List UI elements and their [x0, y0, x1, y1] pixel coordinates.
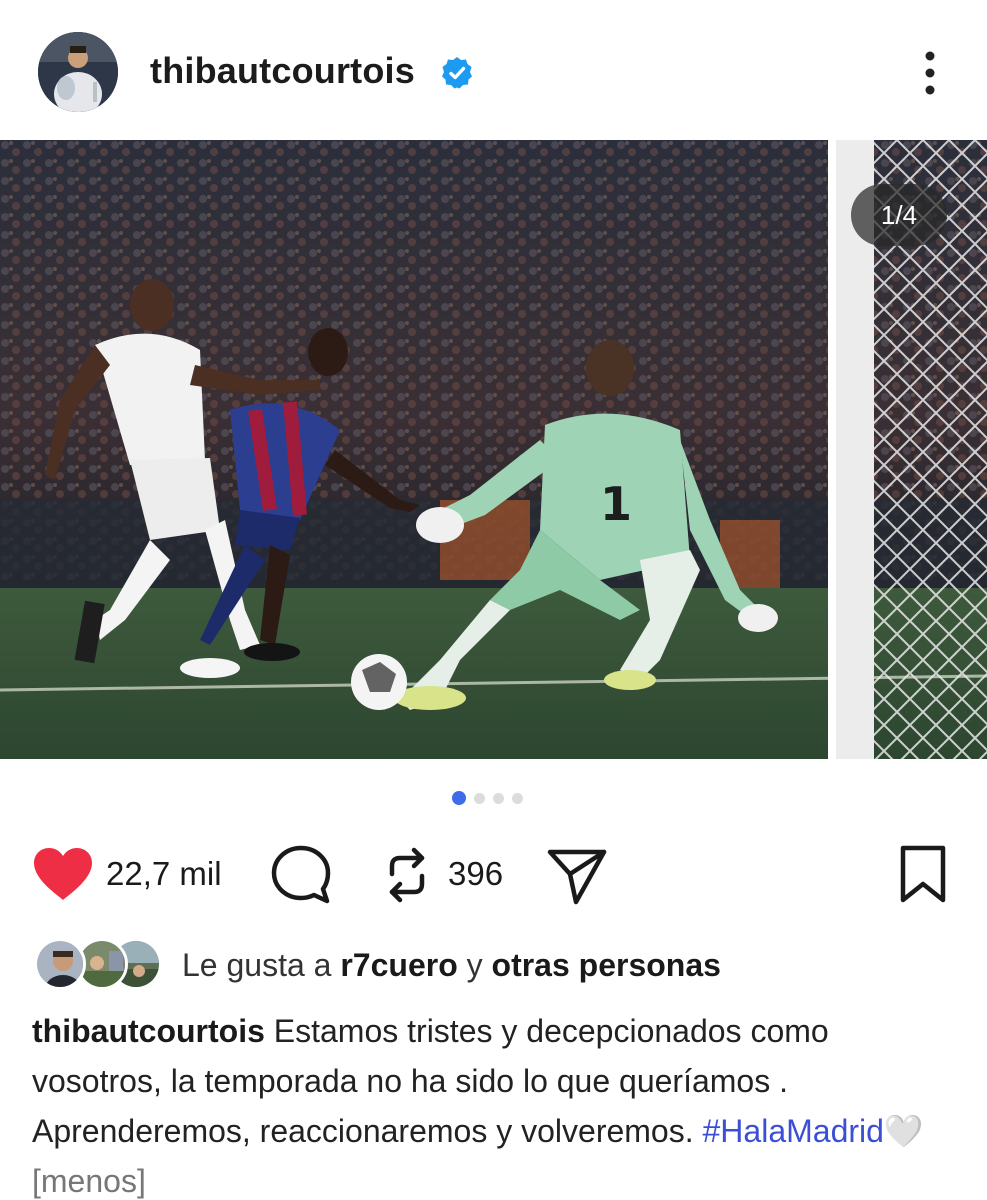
more-vertical-icon[interactable] [910, 50, 950, 96]
repost-icon[interactable] [380, 844, 434, 906]
liked-by-others[interactable]: otras personas [492, 947, 721, 983]
carousel-dot-3[interactable] [493, 792, 504, 804]
liker-avatar-1 [34, 938, 86, 990]
verified-badge-icon [442, 57, 472, 89]
post-caption: thibautcourtois Estamos tristes y decepc… [32, 1006, 942, 1200]
caption-hashtag[interactable]: #HalaMadrid [703, 1113, 884, 1149]
football-match-photo: 1 [0, 140, 987, 759]
carousel-indicator [452, 791, 523, 805]
carousel-dot-2[interactable] [474, 792, 485, 804]
svg-text:1: 1 [600, 477, 632, 531]
repost-count[interactable]: 396 [448, 855, 503, 893]
carousel-dot-4[interactable] [512, 792, 523, 804]
carousel-dot-1[interactable] [452, 791, 466, 805]
post-header: thibautcourtois [0, 0, 987, 140]
like-count[interactable]: 22,7 mil [106, 855, 222, 893]
liked-by-user[interactable]: r7cuero [340, 947, 457, 983]
avatar[interactable] [38, 32, 118, 112]
heart-icon[interactable] [32, 846, 94, 902]
liked-by-prefix: Le gusta a [182, 947, 332, 983]
avatar-image [38, 32, 118, 112]
comment-icon[interactable] [270, 844, 332, 906]
bookmark-icon[interactable] [898, 844, 948, 906]
caption-less-toggle[interactable]: [menos] [32, 1163, 146, 1199]
caption-username[interactable]: thibautcourtois [32, 1013, 265, 1049]
image-counter: 1/4 [851, 184, 947, 246]
liked-by-row[interactable]: Le gusta a r7cuero y otras personas [0, 934, 987, 996]
white-heart-emoji: 🤍 [883, 1113, 924, 1149]
post-image[interactable]: 1 [0, 140, 987, 759]
post-username[interactable]: thibautcourtois [150, 50, 415, 92]
action-bar: 22,7 mil 396 [0, 830, 987, 920]
liked-by-text[interactable]: Le gusta a r7cuero y otras personas [182, 947, 721, 984]
liked-by-joiner: y [466, 947, 483, 983]
share-send-icon[interactable] [546, 846, 608, 906]
